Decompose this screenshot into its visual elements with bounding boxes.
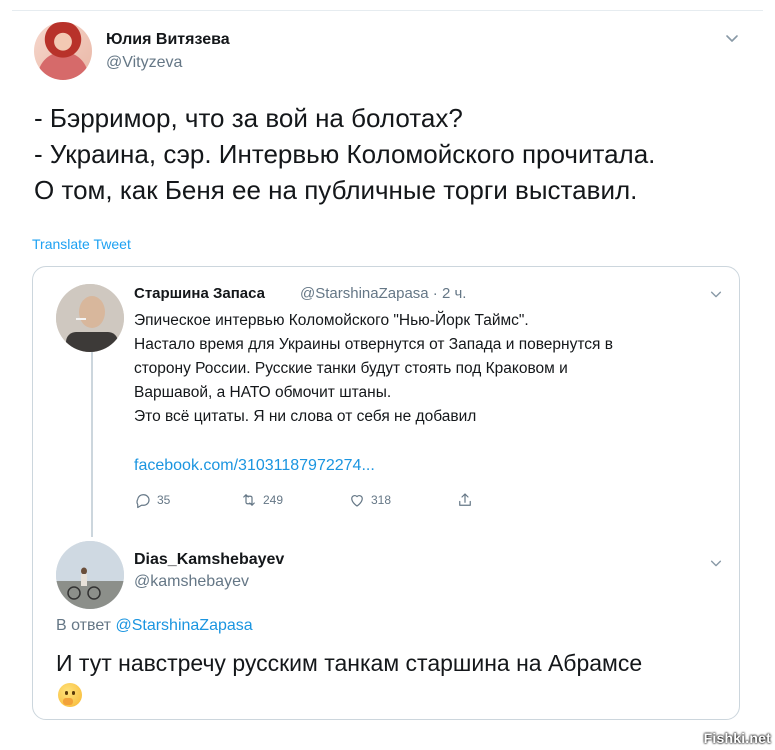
reply-action[interactable]: 35	[134, 489, 170, 511]
quoted-avatar-image	[56, 284, 124, 352]
share-action[interactable]	[456, 489, 474, 511]
top-divider	[12, 10, 763, 11]
chevron-down-icon[interactable]	[724, 30, 740, 46]
like-action[interactable]: 318	[348, 489, 391, 511]
quoted-text-line: Настало время для Украины отвернутся от …	[134, 336, 613, 353]
reply-author-name[interactable]: Dias_Kamshebayev	[134, 551, 284, 569]
reply-icon	[136, 494, 150, 509]
quoted-text-line: сторону России. Русские танки будут стоя…	[134, 360, 568, 377]
reply-text: И тут навстречу русским танкам старшина …	[56, 650, 643, 676]
author-handle[interactable]: @Vityzeva	[106, 54, 182, 72]
like-count: 318	[371, 493, 392, 507]
translate-tweet-link[interactable]: Translate Tweet	[32, 236, 131, 252]
tweet-text-line: - Украина, сэр. Интервью Коломойского пр…	[34, 139, 656, 169]
tweet-text-line: - Бэрримор, что за вой на болотах?	[34, 103, 463, 133]
quoted-author-handle[interactable]: @StarshinaZapasa · 2 ч.	[300, 285, 466, 302]
quoted-author-avatar[interactable]	[56, 284, 124, 352]
quoted-tweet-text: Эпическое интервью Коломойского "Нью-Йор…	[134, 309, 724, 429]
tweet-text: - Бэрримор, что за вой на болотах? - Укр…	[34, 100, 754, 208]
retweet-action[interactable]: 249	[240, 489, 283, 511]
reply-author-handle[interactable]: @kamshebayev	[134, 573, 249, 591]
watermark: Fishki.net	[703, 730, 771, 746]
chevron-down-icon[interactable]	[709, 287, 723, 301]
quoted-author-name[interactable]: Старшина Запаса	[134, 285, 265, 302]
retweet-count: 249	[263, 493, 284, 507]
chevron-down-icon[interactable]	[709, 556, 723, 570]
thinking-face-icon	[58, 683, 82, 707]
replying-to: В ответ @StarshinaZapasa	[56, 617, 253, 635]
quoted-text-line: Эпическое интервью Коломойского "Нью-Йор…	[134, 312, 529, 329]
thread-connector-line	[91, 347, 93, 537]
retweet-icon	[243, 494, 255, 506]
heart-icon	[351, 495, 363, 507]
share-icon	[459, 493, 471, 506]
author-avatar[interactable]	[34, 22, 92, 80]
reply-author-avatar[interactable]	[56, 541, 124, 609]
reply-avatar-image	[56, 541, 124, 609]
quoted-text-line: Варшавой, а НАТО обмочит штаны.	[134, 384, 392, 401]
quoted-external-link[interactable]: facebook.com/31031187972274...	[134, 457, 375, 475]
reply-count: 35	[157, 493, 171, 507]
replying-to-link[interactable]: @StarshinaZapasa	[115, 617, 252, 634]
replying-prefix: В ответ	[56, 617, 112, 634]
tweet-text-line: О том, как Беня ее на публичные торги вы…	[34, 175, 638, 205]
quoted-text-line: Это всё цитаты. Я ни слова от себя не до…	[134, 408, 477, 425]
author-name[interactable]: Юлия Витязева	[106, 31, 230, 49]
